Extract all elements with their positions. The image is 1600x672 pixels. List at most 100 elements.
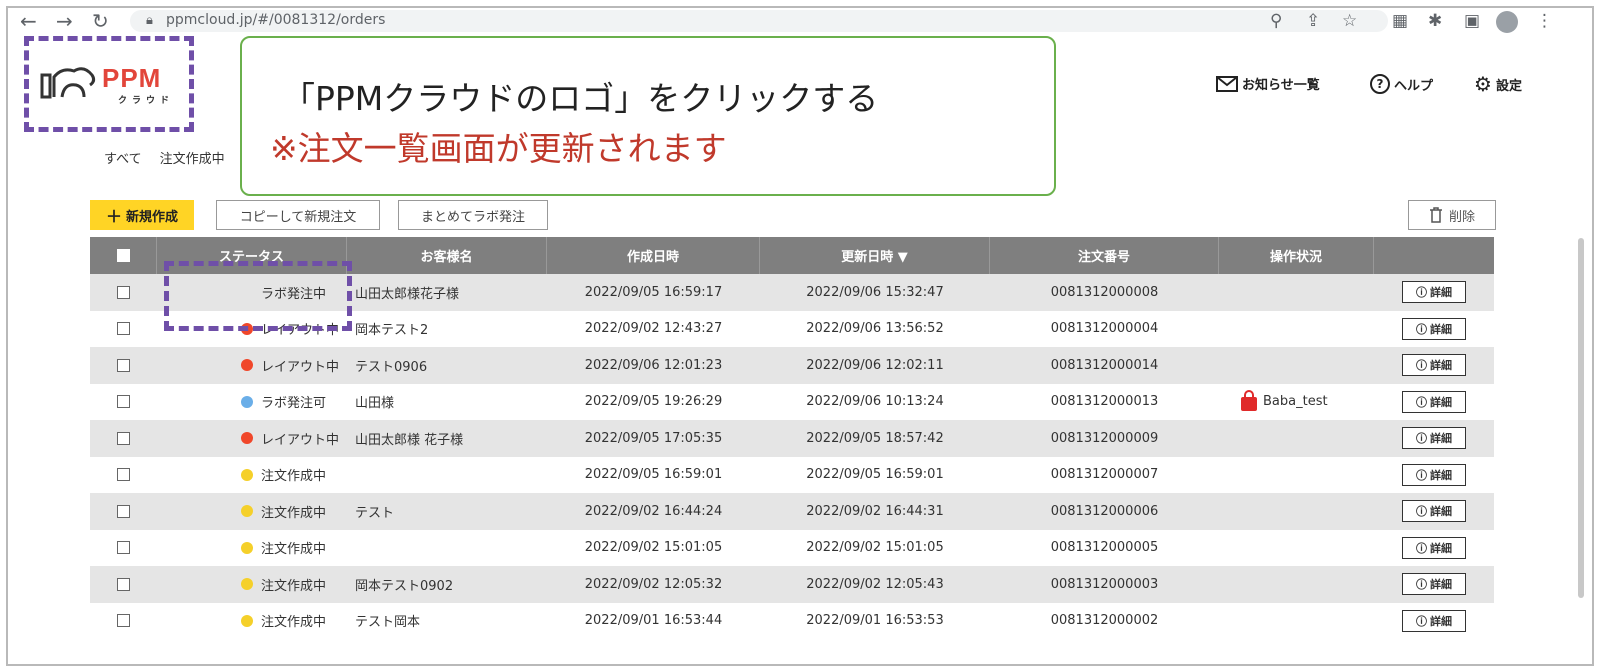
row-select-cell — [90, 358, 157, 372]
select-all-checkbox[interactable] — [116, 249, 130, 262]
table-row[interactable]: 注文作成中 テスト 2022/09/02 16:44:24 2022/09/02 16… — [90, 493, 1494, 530]
table-row[interactable]: 注文作成中 2022/09/02 15:01:05 2022/09/02 15:01… — [90, 529, 1494, 566]
col-updated[interactable]: 更新日時 ▼ — [760, 237, 990, 274]
callout-note: ※注文一覧画面が更新されます — [270, 129, 727, 168]
row-select-cell — [90, 504, 157, 518]
trash-icon — [1429, 207, 1442, 223]
row-checkbox[interactable] — [117, 468, 130, 482]
table-row[interactable]: ラボ発注可 山田様 2022/09/05 19:26:29 2022/09/06 10… — [90, 383, 1494, 420]
col-actions — [1374, 237, 1494, 274]
status-cell: レイアウト中 — [157, 356, 347, 375]
row-checkbox[interactable] — [117, 322, 130, 336]
order-number: 0081312000014 — [1050, 357, 1159, 373]
operation-status-cell: Baba_test — [1219, 389, 1374, 411]
menu-kebab-icon[interactable]: ⋮ — [1536, 11, 1553, 31]
row-checkbox[interactable] — [117, 577, 130, 591]
detail-button[interactable]: ⓘ 詳細 — [1402, 463, 1466, 486]
row-select-cell — [90, 541, 157, 555]
url-text[interactable]: ppmcloud.jp/#/0081312/orders — [166, 12, 385, 28]
detail-button[interactable]: ⓘ 詳細 — [1402, 427, 1466, 450]
back-icon[interactable]: ← — [20, 10, 37, 32]
detail-button[interactable]: ⓘ 詳細 — [1402, 390, 1466, 413]
row-checkbox[interactable] — [117, 285, 130, 299]
row-select-cell — [90, 468, 157, 482]
delete-button[interactable]: 削除 — [1408, 200, 1496, 230]
help-link[interactable]: ? ヘルプ — [1370, 74, 1433, 94]
status-label: レイアウト中 — [261, 359, 340, 375]
detail-label: 詳細 — [1430, 578, 1452, 592]
batch-lab-order-button[interactable]: まとめてラボ発注 — [398, 200, 548, 230]
detail-button[interactable]: ⓘ 詳細 — [1402, 536, 1466, 559]
table-row[interactable]: 注文作成中 テスト岡本 2022/09/01 16:53:44 2022/09/01 … — [90, 602, 1494, 639]
detail-button[interactable]: ⓘ 詳細 — [1402, 281, 1466, 304]
profile-avatar[interactable] — [1496, 11, 1518, 33]
settings-link[interactable]: ⚙ 設定 — [1474, 74, 1522, 94]
instruction-callout: 「PPMクラウドのロゴ」をクリックする ※注文一覧画面が更新されます — [240, 36, 1056, 196]
updated-at: 2022/09/02 15:01:05 — [806, 540, 944, 556]
share-icon[interactable]: ⇪ — [1306, 11, 1320, 31]
status-cell: レイアウト中 — [157, 429, 347, 448]
info-icon: ⓘ — [1416, 614, 1427, 628]
customer-name: 岡本テスト2 — [355, 323, 429, 339]
col-customer[interactable]: お客様名 — [347, 237, 547, 274]
table-row[interactable]: 注文作成中 岡本テスト0902 2022/09/02 12:05:32 2022/09… — [90, 566, 1494, 603]
col-order-no[interactable]: 注文番号 — [990, 237, 1219, 274]
updated-at: 2022/09/02 12:05:43 — [806, 576, 944, 592]
table-row[interactable]: レイアウト中 山田太郎様 花子様 2022/09/05 17:05:35 2022/0… — [90, 420, 1494, 457]
detail-button[interactable]: ⓘ 詳細 — [1402, 500, 1466, 523]
row-checkbox[interactable] — [117, 614, 130, 628]
row-checkbox[interactable] — [117, 541, 130, 555]
updated-at: 2022/09/06 10:13:24 — [806, 394, 944, 410]
status-label: 注文作成中 — [261, 578, 327, 594]
reload-icon[interactable]: ↻ — [92, 10, 109, 32]
created-at: 2022/09/02 12:43:27 — [584, 321, 723, 337]
copy-new-order-button[interactable]: コピーして新規注文 — [216, 200, 380, 230]
tab-creating[interactable]: 注文作成中 — [160, 148, 225, 167]
row-checkbox[interactable] — [117, 395, 130, 409]
zoom-icon[interactable]: ⚲ — [1270, 11, 1282, 31]
info-icon: ⓘ — [1416, 286, 1427, 300]
help-icon: ? — [1370, 74, 1390, 94]
info-icon: ⓘ — [1416, 322, 1427, 336]
order-number: 0081312000006 — [1050, 503, 1159, 519]
created-at: 2022/09/05 19:26:29 — [584, 394, 723, 410]
sidepanel-icon[interactable]: ▣ — [1464, 11, 1480, 31]
lock-icon: 🔒︎ — [146, 13, 153, 28]
status-dot-icon — [241, 359, 253, 372]
row-checkbox[interactable] — [117, 504, 130, 518]
detail-button[interactable]: ⓘ 詳細 — [1402, 354, 1466, 377]
select-all-cell — [90, 237, 157, 274]
extension-new-icon[interactable]: ▦ — [1392, 11, 1408, 31]
callout-instruction: 「PPMクラウドのロゴ」をクリックする — [282, 79, 879, 118]
updated-at: 2022/09/05 18:57:42 — [806, 430, 944, 446]
star-icon[interactable]: ☆ — [1342, 11, 1357, 31]
row-checkbox[interactable] — [117, 431, 130, 445]
detail-button[interactable]: ⓘ 詳細 — [1402, 317, 1466, 340]
customer-name: 山田太郎様花子様 — [355, 286, 460, 302]
col-operation[interactable]: 操作状況 — [1219, 237, 1374, 274]
scrollbar[interactable] — [1578, 238, 1584, 598]
table-row[interactable]: 注文作成中 2022/09/05 16:59:01 2022/09/05 16:59… — [90, 456, 1494, 493]
puzzle-icon[interactable]: ✱ — [1428, 11, 1442, 31]
detail-button[interactable]: ⓘ 詳細 — [1402, 609, 1466, 632]
forward-icon[interactable]: → — [56, 10, 73, 32]
created-at: 2022/09/05 17:05:35 — [584, 430, 723, 446]
updated-at: 2022/09/06 12:02:11 — [806, 357, 944, 373]
notices-link[interactable]: お知らせ一覧 — [1216, 74, 1320, 93]
customer-name: 岡本テスト0902 — [355, 578, 454, 594]
detail-label: 詳細 — [1430, 614, 1452, 628]
status-highlight-box — [164, 261, 352, 331]
tab-all[interactable]: すべて — [104, 148, 142, 167]
settings-label: 設定 — [1495, 78, 1522, 94]
row-select-cell — [90, 322, 157, 336]
detail-button[interactable]: ⓘ 詳細 — [1402, 573, 1466, 596]
table-row[interactable]: レイアウト中 テスト0906 2022/09/06 12:01:23 2022/09/… — [90, 347, 1494, 384]
row-checkbox[interactable] — [117, 358, 130, 372]
col-created[interactable]: 作成日時 — [547, 237, 760, 274]
actions-cell: ⓘ 詳細 — [1374, 609, 1494, 632]
new-order-button[interactable]: ＋ 新規作成 — [90, 200, 194, 230]
status-label: 注文作成中 — [261, 469, 327, 485]
row-select-cell — [90, 431, 157, 445]
detail-label: 詳細 — [1430, 322, 1452, 336]
help-label: ヘルプ — [1394, 78, 1434, 94]
